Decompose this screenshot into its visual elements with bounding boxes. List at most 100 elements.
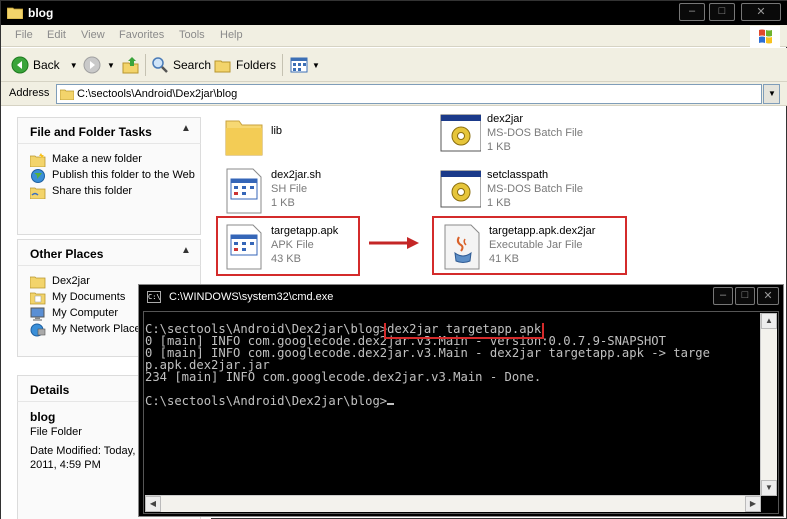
cmd-window: C:\ C:\WINDOWS\system32\cmd.exe – □ ✕ C:… xyxy=(138,284,784,517)
my-documents-icon xyxy=(30,292,46,305)
back-arrow-icon xyxy=(11,56,29,74)
cmd-icon: C:\ xyxy=(147,291,161,303)
highlight-box-jar xyxy=(432,216,627,275)
menu-tools[interactable]: Tools xyxy=(179,29,205,41)
details-date-modified: Date Modified: Today, 2011, 4:59 PM xyxy=(30,445,136,471)
address-path: C:\sectools\Android\Dex2jar\blog xyxy=(77,88,238,100)
back-label: Back xyxy=(33,58,60,72)
views-button[interactable]: ▼ xyxy=(290,54,320,76)
folders-button[interactable]: Folders xyxy=(214,54,276,76)
folder-icon xyxy=(60,89,74,100)
place-label: My Network Places xyxy=(52,323,147,335)
panel-title: Other Places xyxy=(30,247,104,261)
collapse-icon[interactable]: ▲ xyxy=(178,123,194,139)
folder-icon xyxy=(225,120,263,156)
menu-file[interactable]: File xyxy=(15,29,33,41)
minimize-icon: – xyxy=(719,289,727,301)
task-label: Make a new folder xyxy=(52,153,142,165)
cmd-close-button[interactable]: ✕ xyxy=(757,287,779,305)
new-folder-icon xyxy=(30,153,46,167)
back-button[interactable]: Back ▼ xyxy=(11,54,78,76)
close-icon: ✕ xyxy=(756,6,766,18)
scroll-up-icon[interactable]: ▲ xyxy=(761,313,777,329)
title-bar[interactable]: blog – □ ✕ xyxy=(1,1,787,25)
search-icon xyxy=(152,57,168,73)
panel-title: Details xyxy=(30,383,70,397)
file-size: 1 KB xyxy=(487,197,511,209)
scroll-right-icon[interactable]: ▶ xyxy=(745,496,761,512)
batch-file-icon xyxy=(440,170,481,208)
chevron-down-icon: ▼ xyxy=(768,89,776,98)
address-dropdown-button[interactable]: ▼ xyxy=(763,84,780,104)
folders-icon xyxy=(214,60,231,73)
globe-icon xyxy=(31,169,45,183)
panel-header[interactable]: File and Folder Tasks ▲ xyxy=(17,117,201,143)
back-dropdown-icon[interactable]: ▼ xyxy=(70,61,78,70)
forward-arrow-icon xyxy=(83,56,101,74)
forward-button[interactable]: ▼ xyxy=(83,54,115,76)
cmd-maximize-button[interactable]: □ xyxy=(735,287,755,305)
task-publish-folder[interactable]: Publish this folder to the Web xyxy=(30,169,200,183)
close-button[interactable]: ✕ xyxy=(741,3,781,21)
cmd-title: C:\WINDOWS\system32\cmd.exe xyxy=(169,291,334,303)
up-folder-button[interactable] xyxy=(122,54,140,76)
scroll-down-icon[interactable]: ▼ xyxy=(761,480,777,496)
maximize-icon: □ xyxy=(741,289,749,301)
search-label: Search xyxy=(173,58,212,72)
address-bar: Address C:\sectools\Android\Dex2jar\blog… xyxy=(1,82,787,106)
views-dropdown-icon[interactable]: ▼ xyxy=(312,61,320,70)
my-computer-icon xyxy=(30,307,45,321)
task-label: Share this folder xyxy=(52,185,133,197)
menu-edit[interactable]: Edit xyxy=(47,29,66,41)
windows-logo-icon xyxy=(750,26,780,47)
search-button[interactable]: Search xyxy=(151,54,211,76)
console-line: 234 [main] INFO com.googlecode.dex2jar.v… xyxy=(145,370,542,384)
window-title: blog xyxy=(28,6,54,20)
console-prompt: C:\sectools\Android\Dex2jar\blog> xyxy=(145,394,388,408)
file-type: MS-DOS Batch File xyxy=(487,127,583,139)
menu-favorites[interactable]: Favorites xyxy=(119,29,164,41)
toolbar: Back ▼ ▼ Search Folders ▼ xyxy=(1,48,787,82)
task-label: Publish this folder to the Web xyxy=(52,169,195,181)
panel-title: File and Folder Tasks xyxy=(30,125,152,139)
task-share-folder[interactable]: Share this folder xyxy=(30,185,200,199)
place-label: Dex2jar xyxy=(52,275,90,287)
address-label: Address xyxy=(9,87,50,99)
menu-view[interactable]: View xyxy=(81,29,105,41)
forward-dropdown-icon[interactable]: ▼ xyxy=(107,61,115,70)
batch-file-icon xyxy=(440,114,481,152)
menu-bar: File Edit View Favorites Tools Help xyxy=(1,25,787,47)
task-make-new-folder[interactable]: Make a new folder xyxy=(30,153,200,167)
share-folder-icon xyxy=(30,187,46,199)
folder-icon xyxy=(30,276,46,289)
panel-header[interactable]: Other Places ▲ xyxy=(17,239,201,265)
network-places-icon xyxy=(30,323,46,337)
file-type: MS-DOS Batch File xyxy=(487,183,583,195)
scroll-left-icon[interactable]: ◀ xyxy=(145,496,161,512)
generic-file-icon xyxy=(226,168,262,214)
cmd-title-bar[interactable]: C:\ C:\WINDOWS\system32\cmd.exe – □ ✕ xyxy=(139,285,783,309)
vertical-scrollbar[interactable]: ▲ ▼ xyxy=(760,313,777,496)
menu-help[interactable]: Help xyxy=(220,29,243,41)
maximize-icon: □ xyxy=(718,5,726,17)
folder-icon xyxy=(7,7,23,19)
close-icon: ✕ xyxy=(763,290,773,302)
file-name: lib xyxy=(271,125,283,137)
views-icon xyxy=(290,57,308,73)
collapse-icon[interactable]: ▲ xyxy=(178,245,194,261)
console-frame: C:\sectools\Android\Dex2jar\blog>dex2jar… xyxy=(143,311,779,514)
up-folder-icon xyxy=(122,57,139,74)
horizontal-scrollbar[interactable]: ◀ ▶ xyxy=(145,495,761,512)
minimize-button[interactable]: – xyxy=(679,3,705,21)
file-size: 1 KB xyxy=(487,141,511,153)
place-label: My Computer xyxy=(52,307,119,319)
address-input[interactable]: C:\sectools\Android\Dex2jar\blog xyxy=(56,84,762,104)
console-output[interactable]: C:\sectools\Android\Dex2jar\blog>dex2jar… xyxy=(145,323,761,503)
file-name: dex2jar xyxy=(487,113,524,125)
maximize-button[interactable]: □ xyxy=(709,3,735,21)
file-type: SH File xyxy=(271,183,308,195)
toolbar-separator xyxy=(145,54,146,76)
cmd-minimize-button[interactable]: – xyxy=(713,287,733,305)
place-label: My Documents xyxy=(52,291,126,303)
text-cursor xyxy=(387,403,395,405)
